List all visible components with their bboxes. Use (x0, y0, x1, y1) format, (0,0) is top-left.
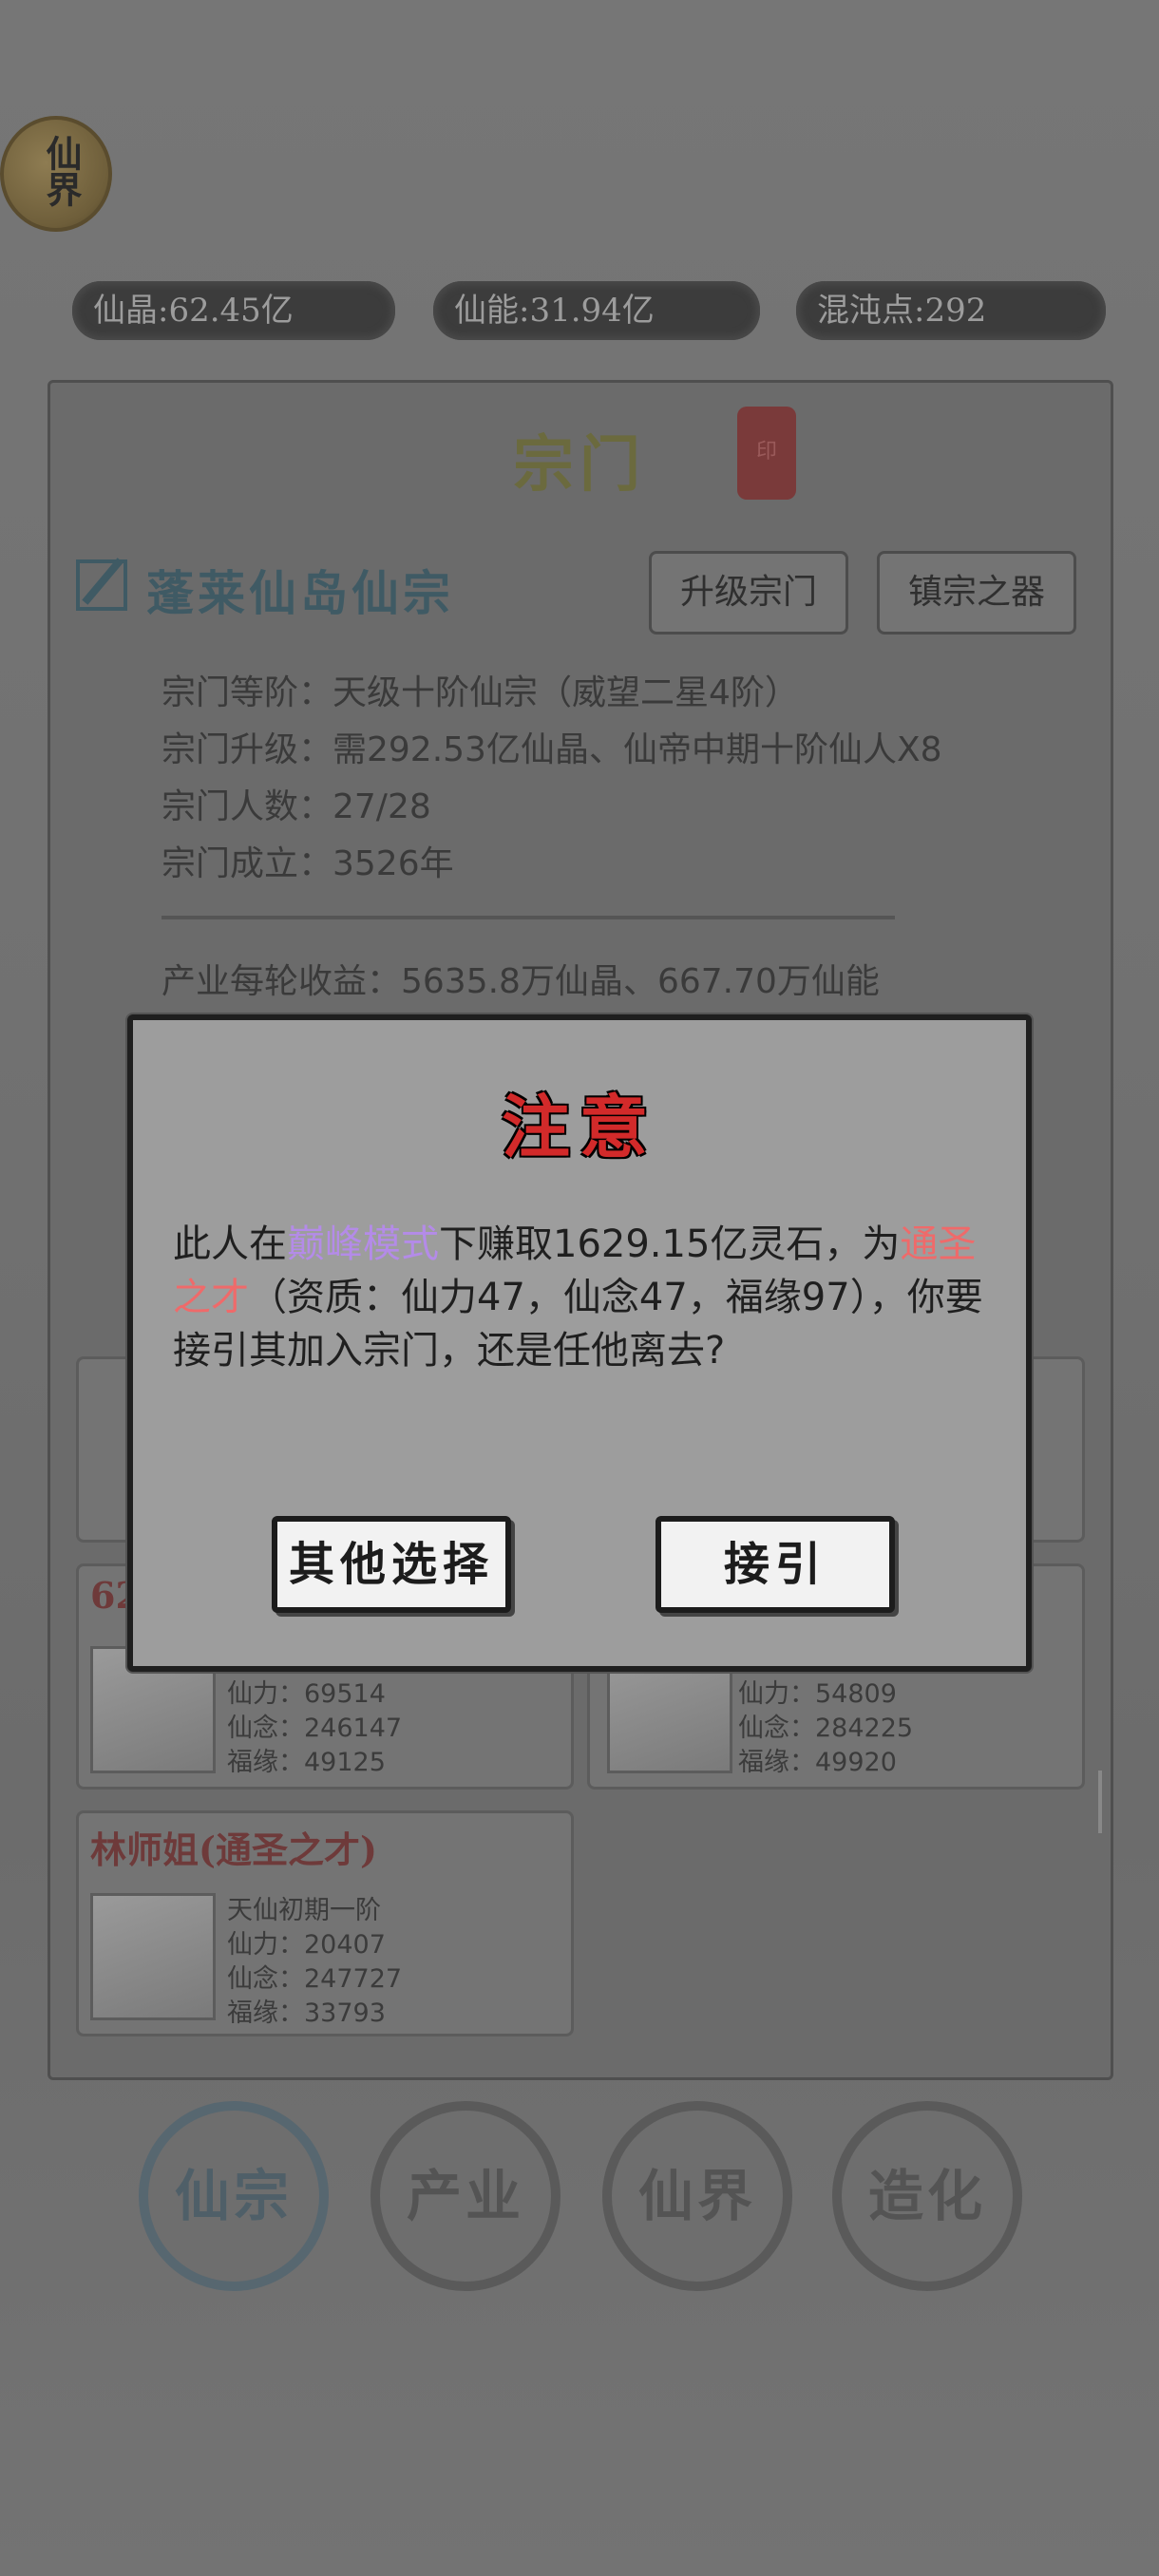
nav-label: 产业 (406, 2164, 524, 2228)
panel-title: 宗门 (513, 429, 646, 501)
msg-post: （资质：仙力47，仙念47，福缘97），你要接引其加入宗门，还是任他离去? (173, 1276, 983, 1373)
resource-crystal: 仙晶:62.45亿 (72, 281, 395, 340)
info-rank: 宗门等阶：天级十阶仙宗（威望二星4阶） (162, 673, 799, 712)
nav-realm-button[interactable]: 仙界 (602, 2101, 792, 2291)
resource-energy: 仙能:31.94亿 (433, 281, 760, 340)
member-card[interactable]: 林师姐(通圣之才) 天仙初期一阶 仙力：20407 仙念：247727 福缘：3… (76, 1810, 574, 2036)
notice-dialog: 注意 此人在巅峰模式下赚取1629.15亿灵石，为通圣之才（资质：仙力47，仙念… (127, 1014, 1032, 1672)
member-power: 仙力：20407 (227, 1930, 386, 1960)
member-fortune: 福缘：49125 (227, 1748, 386, 1777)
nav-label: 仙宗 (174, 2164, 293, 2228)
upgrade-sect-button[interactable]: 升级宗门 (649, 551, 848, 635)
sect-artifact-button[interactable]: 镇宗之器 (877, 551, 1076, 635)
member-realm: 天仙初期一阶 (227, 1896, 381, 1925)
msg-pre: 此人在 (173, 1222, 287, 1266)
member-mind: 仙念：247727 (227, 1964, 403, 1994)
nav-industry-button[interactable]: 产业 (370, 2101, 560, 2291)
nav-creation-button[interactable]: 造化 (832, 2101, 1022, 2291)
msg-mid: 下赚取1629.15亿灵石，为 (439, 1222, 901, 1266)
sect-name: 蓬莱仙岛仙宗 (146, 565, 454, 621)
dialog-message: 此人在巅峰模式下赚取1629.15亿灵石，为通圣之才（资质：仙力47，仙念47，… (173, 1218, 999, 1377)
info-founded: 宗门成立：3526年 (162, 844, 454, 883)
emblem-label: 仙界 (40, 135, 83, 207)
member-fortune: 福缘：49920 (738, 1748, 897, 1777)
msg-mode: 巅峰模式 (287, 1222, 439, 1266)
income-line: 产业每轮收益：5635.8万仙晶、667.70万仙能 (162, 962, 880, 1001)
dialog-title: 注意 (501, 1087, 657, 1167)
member-power: 仙力：69514 (227, 1679, 386, 1709)
accept-button[interactable]: 接引 (656, 1516, 895, 1613)
member-mind: 仙念：284225 (738, 1714, 914, 1743)
member-mind: 仙念：246147 (227, 1714, 403, 1743)
seal-stamp-icon: 印 (737, 407, 796, 500)
scrollbar[interactable] (1098, 1771, 1102, 1833)
nav-sect-button[interactable]: 仙宗 (139, 2101, 329, 2291)
other-choice-button[interactable]: 其他选择 (272, 1516, 511, 1613)
realm-emblem-icon[interactable]: 仙界 (0, 116, 112, 232)
member-power: 仙力：54809 (738, 1679, 897, 1709)
edit-icon[interactable] (76, 559, 127, 611)
member-portrait (90, 1893, 216, 2020)
member-name: 林师姐(通圣之才) (90, 1828, 377, 1871)
resource-chaos: 混沌点:292 (796, 281, 1106, 340)
info-upgrade: 宗门升级：需292.53亿仙晶、仙帝中期十阶仙人X8 (162, 730, 942, 769)
divider (162, 916, 895, 919)
nav-label: 仙界 (637, 2164, 756, 2228)
nav-label: 造化 (867, 2164, 986, 2228)
info-members: 宗门人数：27/28 (162, 787, 431, 826)
member-fortune: 福缘：33793 (227, 1998, 386, 2028)
